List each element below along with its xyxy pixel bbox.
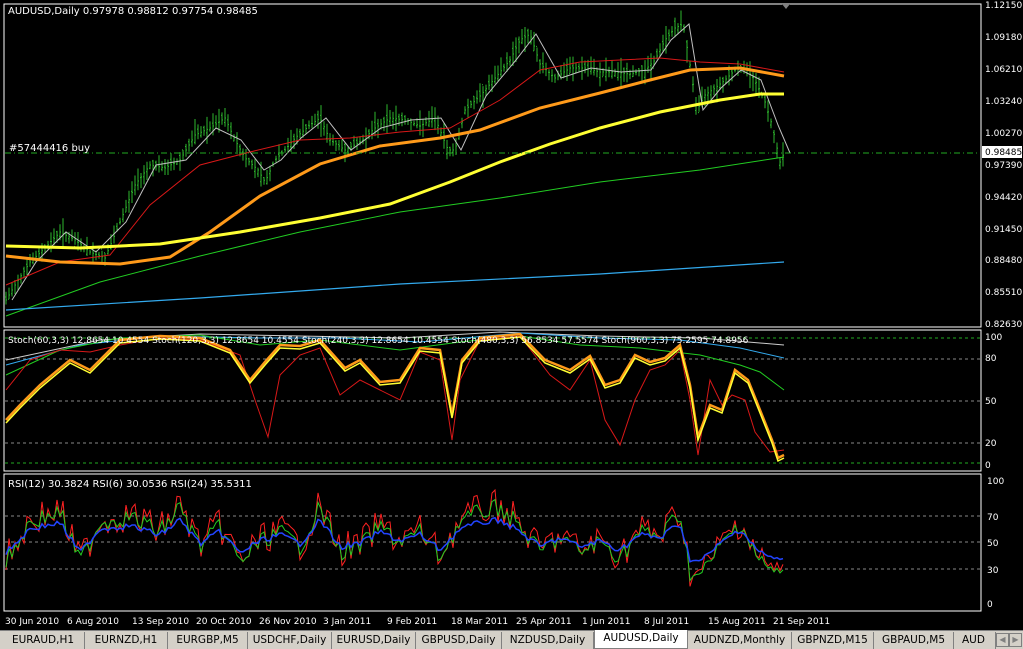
price-tick: 0.94420 bbox=[985, 193, 1022, 203]
stoch-level-label: 0 bbox=[985, 461, 991, 471]
triangle-marker-icon[interactable] bbox=[782, 4, 790, 9]
tab-audnzd-monthly[interactable]: AUDNZD,Monthly bbox=[688, 632, 792, 649]
date-tick: 1 Jun 2011 bbox=[582, 617, 630, 627]
date-tick: 15 Aug 2011 bbox=[708, 617, 766, 627]
chevron-right-icon[interactable]: ▶ bbox=[1009, 633, 1022, 647]
price-tick: 0.85510 bbox=[985, 288, 1022, 298]
rsi-level-label: 30 bbox=[987, 566, 999, 576]
tab-usdchf-daily[interactable]: USDCHF,Daily bbox=[248, 632, 332, 649]
date-tick: 21 Sep 2011 bbox=[773, 617, 830, 627]
stoch-level-label: 100 bbox=[985, 333, 1002, 343]
date-tick: 6 Aug 2010 bbox=[67, 617, 119, 627]
rsi-level-label: 50 bbox=[987, 539, 999, 549]
tab-aud[interactable]: AUD bbox=[954, 632, 996, 649]
price-axis: 1.12150 1.09180 1.06210 1.03240 1.00270 … bbox=[985, 1, 1022, 330]
tab-euraud-h1[interactable]: EURAUD,H1 bbox=[2, 632, 85, 649]
order-label: #57444416 buy bbox=[9, 143, 90, 154]
chevron-left-icon[interactable]: ◀ bbox=[996, 633, 1009, 647]
ma-orange-line bbox=[5, 66, 785, 266]
tab-eurnzd-h1[interactable]: EURNZD,H1 bbox=[85, 632, 168, 649]
price-bars bbox=[5, 10, 784, 305]
price-tick: 0.91450 bbox=[985, 225, 1022, 235]
main-chart-header: AUDUSD,Daily 0.97978 0.98812 0.97754 0.9… bbox=[8, 6, 258, 17]
stoch-level-axis: 100 80 50 20 0 bbox=[985, 333, 1002, 471]
tab-audusd-daily[interactable]: AUDUSD,Daily bbox=[594, 630, 688, 649]
date-tick: 20 Oct 2010 bbox=[196, 617, 252, 627]
rsi-header: RSI(12) 30.3824 RSI(6) 30.0536 RSI(24) 3… bbox=[8, 479, 252, 490]
ma-red-line bbox=[5, 57, 785, 286]
price-tick: 0.82630 bbox=[985, 320, 1022, 330]
ma-green-line bbox=[5, 156, 785, 317]
stoch-level-label: 80 bbox=[985, 354, 997, 364]
tab-nzdusd-daily[interactable]: NZDUSD,Daily bbox=[502, 632, 594, 649]
tab-gbpusd-daily[interactable]: GBPUSD,Daily bbox=[416, 632, 502, 649]
date-tick: 8 Jul 2011 bbox=[644, 617, 689, 627]
chart-window[interactable]: AUDUSD,Daily 0.97978 0.98812 0.97754 0.9… bbox=[0, 0, 1023, 630]
chart-tab-bar: EURAUD,H1 EURNZD,H1 EURGBP,M5 USDCHF,Dai… bbox=[0, 630, 1023, 649]
price-tick: 0.97390 bbox=[985, 161, 1022, 171]
rsi-level-label: 0 bbox=[987, 600, 993, 610]
stoch-plot bbox=[5, 331, 980, 464]
price-tick: 1.00270 bbox=[985, 129, 1022, 139]
tab-gbpaud-m5[interactable]: GBPAUD,M5 bbox=[874, 632, 954, 649]
price-tick: 1.12150 bbox=[985, 1, 1022, 11]
ma-fast-line bbox=[11, 23, 791, 301]
stoch-level-label: 50 bbox=[985, 397, 997, 407]
date-tick: 9 Feb 2011 bbox=[387, 617, 437, 627]
stoch-header: Stoch(60,3,3) 12.8654 10.4554 Stoch(120,… bbox=[8, 336, 749, 346]
price-tick: 1.09180 bbox=[985, 33, 1022, 43]
stoch-60-line bbox=[5, 335, 785, 456]
date-tick: 26 Nov 2010 bbox=[259, 617, 317, 627]
rsi-level-label: 100 bbox=[987, 477, 1004, 487]
rsi-24-line bbox=[5, 516, 784, 563]
tab-eurusd-daily[interactable]: EURUSD,Daily bbox=[332, 632, 416, 649]
tab-eurgbp-m5[interactable]: EURGBP,M5 bbox=[168, 632, 248, 649]
stoch-level-label: 20 bbox=[985, 439, 997, 449]
date-tick: 18 Mar 2011 bbox=[451, 617, 508, 627]
rsi-level-label: 70 bbox=[987, 513, 999, 523]
date-tick: 30 Jun 2010 bbox=[5, 617, 59, 627]
stoch-120-line bbox=[5, 332, 785, 460]
rsi-level-axis: 100 70 50 30 0 bbox=[987, 477, 1004, 610]
date-tick: 25 Apr 2011 bbox=[516, 617, 572, 627]
main-chart-plot bbox=[5, 10, 980, 317]
rsi-plot bbox=[5, 488, 980, 587]
date-axis: 30 Jun 2010 6 Aug 2010 13 Sep 2010 20 Oc… bbox=[5, 617, 830, 627]
ma-cyan-line bbox=[5, 261, 785, 311]
current-price-label: 0.98485 bbox=[985, 148, 1022, 158]
price-tick: 1.03240 bbox=[985, 97, 1022, 107]
price-tick: 0.88480 bbox=[985, 256, 1022, 266]
rsi-6-line bbox=[5, 488, 784, 587]
date-tick: 13 Sep 2010 bbox=[132, 617, 189, 627]
tab-gbpnzd-m15[interactable]: GBPNZD,M15 bbox=[792, 632, 874, 649]
price-tick: 1.06210 bbox=[985, 65, 1022, 75]
chart-canvas[interactable]: AUDUSD,Daily 0.97978 0.98812 0.97754 0.9… bbox=[0, 0, 1023, 630]
date-tick: 3 Jan 2011 bbox=[323, 617, 371, 627]
